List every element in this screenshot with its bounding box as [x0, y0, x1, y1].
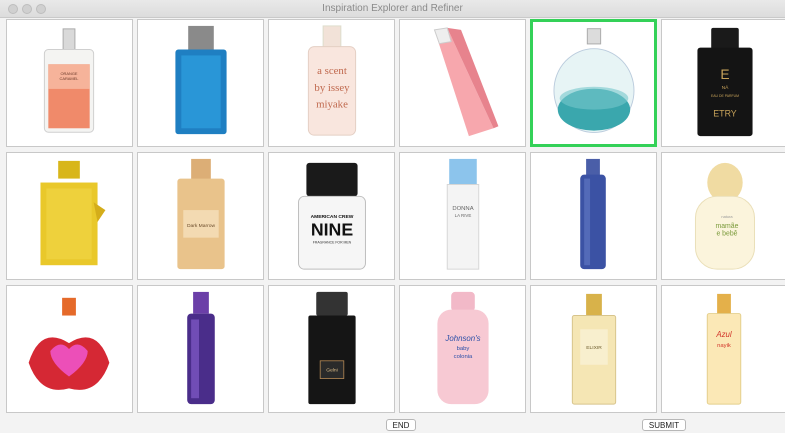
label-text: miyake	[316, 99, 348, 111]
label-text: Johnson's	[444, 334, 480, 343]
perfume-image: DONNA LA RIVE	[446, 158, 480, 270]
perfume-image: a scent by issey miyake	[307, 25, 357, 136]
svg-text:E: E	[720, 67, 729, 82]
perfume-image	[40, 160, 106, 266]
title-bar: Inspiration Explorer and Refiner	[0, 0, 785, 18]
perfume-image: AMERICAN CREW NINE FRAGRANCE FOR MEN	[298, 162, 366, 270]
grid-item-17[interactable]: ELIXIR	[530, 285, 657, 413]
grid-item-13[interactable]	[6, 285, 133, 413]
perfume-image: mamãe e bebê natura	[694, 162, 756, 270]
perfume-image: ELIXIR	[571, 293, 617, 405]
grid-item-11[interactable]	[530, 152, 657, 280]
grid-item-9[interactable]: AMERICAN CREW NINE FRAGRANCE FOR MEN	[268, 152, 395, 280]
label-text: by issey	[314, 82, 350, 94]
label-text: mamãe	[715, 223, 738, 230]
label-text: baby	[457, 346, 470, 352]
perfume-image: E NĀ EAU DE PARFUM ETRY	[697, 27, 753, 137]
grid-item-8[interactable]: Dark Marrow	[137, 152, 264, 280]
label-text: EAU DE PARFUM	[711, 94, 739, 98]
label-text: natura	[721, 214, 733, 219]
submit-button[interactable]: SUBMIT	[642, 419, 686, 431]
perfume-image	[580, 158, 606, 270]
perfume-image: Azul nayik	[706, 293, 742, 405]
image-grid: ORANGE CARAMEL a scent by issey miyake E…	[6, 19, 785, 415]
grid-item-4[interactable]	[399, 19, 526, 147]
label-text: CARAMEL	[60, 76, 80, 81]
label-text: a scent	[317, 65, 347, 77]
label-text: e bebê	[716, 231, 737, 238]
grid-item-15[interactable]: Gelni	[268, 285, 395, 413]
label-text: nayik	[717, 343, 731, 349]
perfume-image: Gelni	[308, 291, 356, 405]
grid-item-6[interactable]: E NĀ EAU DE PARFUM ETRY	[661, 19, 785, 147]
grid-item-12[interactable]: mamãe e bebê natura	[661, 152, 785, 280]
perfume-image	[187, 291, 215, 405]
label-text: Azul	[715, 330, 732, 339]
grid-item-10[interactable]: DONNA LA RIVE	[399, 152, 526, 280]
label-text: ETRY	[713, 108, 737, 118]
perfume-image	[433, 27, 499, 137]
grid-item-7[interactable]	[6, 152, 133, 280]
label-text: FRAGRANCE FOR MEN	[313, 241, 352, 245]
grid-item-14[interactable]	[137, 285, 264, 413]
perfume-image	[28, 297, 110, 390]
grid-item-2[interactable]	[137, 19, 264, 147]
window-title: Inspiration Explorer and Refiner	[322, 3, 463, 14]
label-text: NINE	[311, 220, 353, 240]
grid-item-18[interactable]: Azul nayik	[661, 285, 785, 413]
label-text: Dark Marrow	[187, 223, 216, 229]
end-button[interactable]: END	[386, 419, 416, 431]
label-text: DONNA	[452, 206, 473, 212]
label-text: Gelni	[326, 368, 337, 374]
label-text: ELIXIR	[586, 345, 602, 351]
perfume-image: ORANGE CARAMEL	[43, 28, 95, 133]
perfume-image	[175, 25, 227, 135]
grid-item-3[interactable]: a scent by issey miyake	[268, 19, 395, 147]
label-text: colonia	[454, 354, 473, 360]
grid-item-1[interactable]: ORANGE CARAMEL	[6, 19, 133, 147]
perfume-image: Johnson's baby colonia	[437, 291, 489, 405]
label-text: NĀ	[722, 84, 730, 91]
label-text: LA RIVE	[455, 213, 472, 218]
app-window: Inspiration Explorer and Refiner ORANGE …	[0, 0, 785, 433]
grid-item-16[interactable]: Johnson's baby colonia	[399, 285, 526, 413]
grid-item-5[interactable]	[530, 19, 657, 147]
perfume-image	[553, 28, 635, 134]
perfume-image: Dark Marrow	[177, 158, 225, 270]
